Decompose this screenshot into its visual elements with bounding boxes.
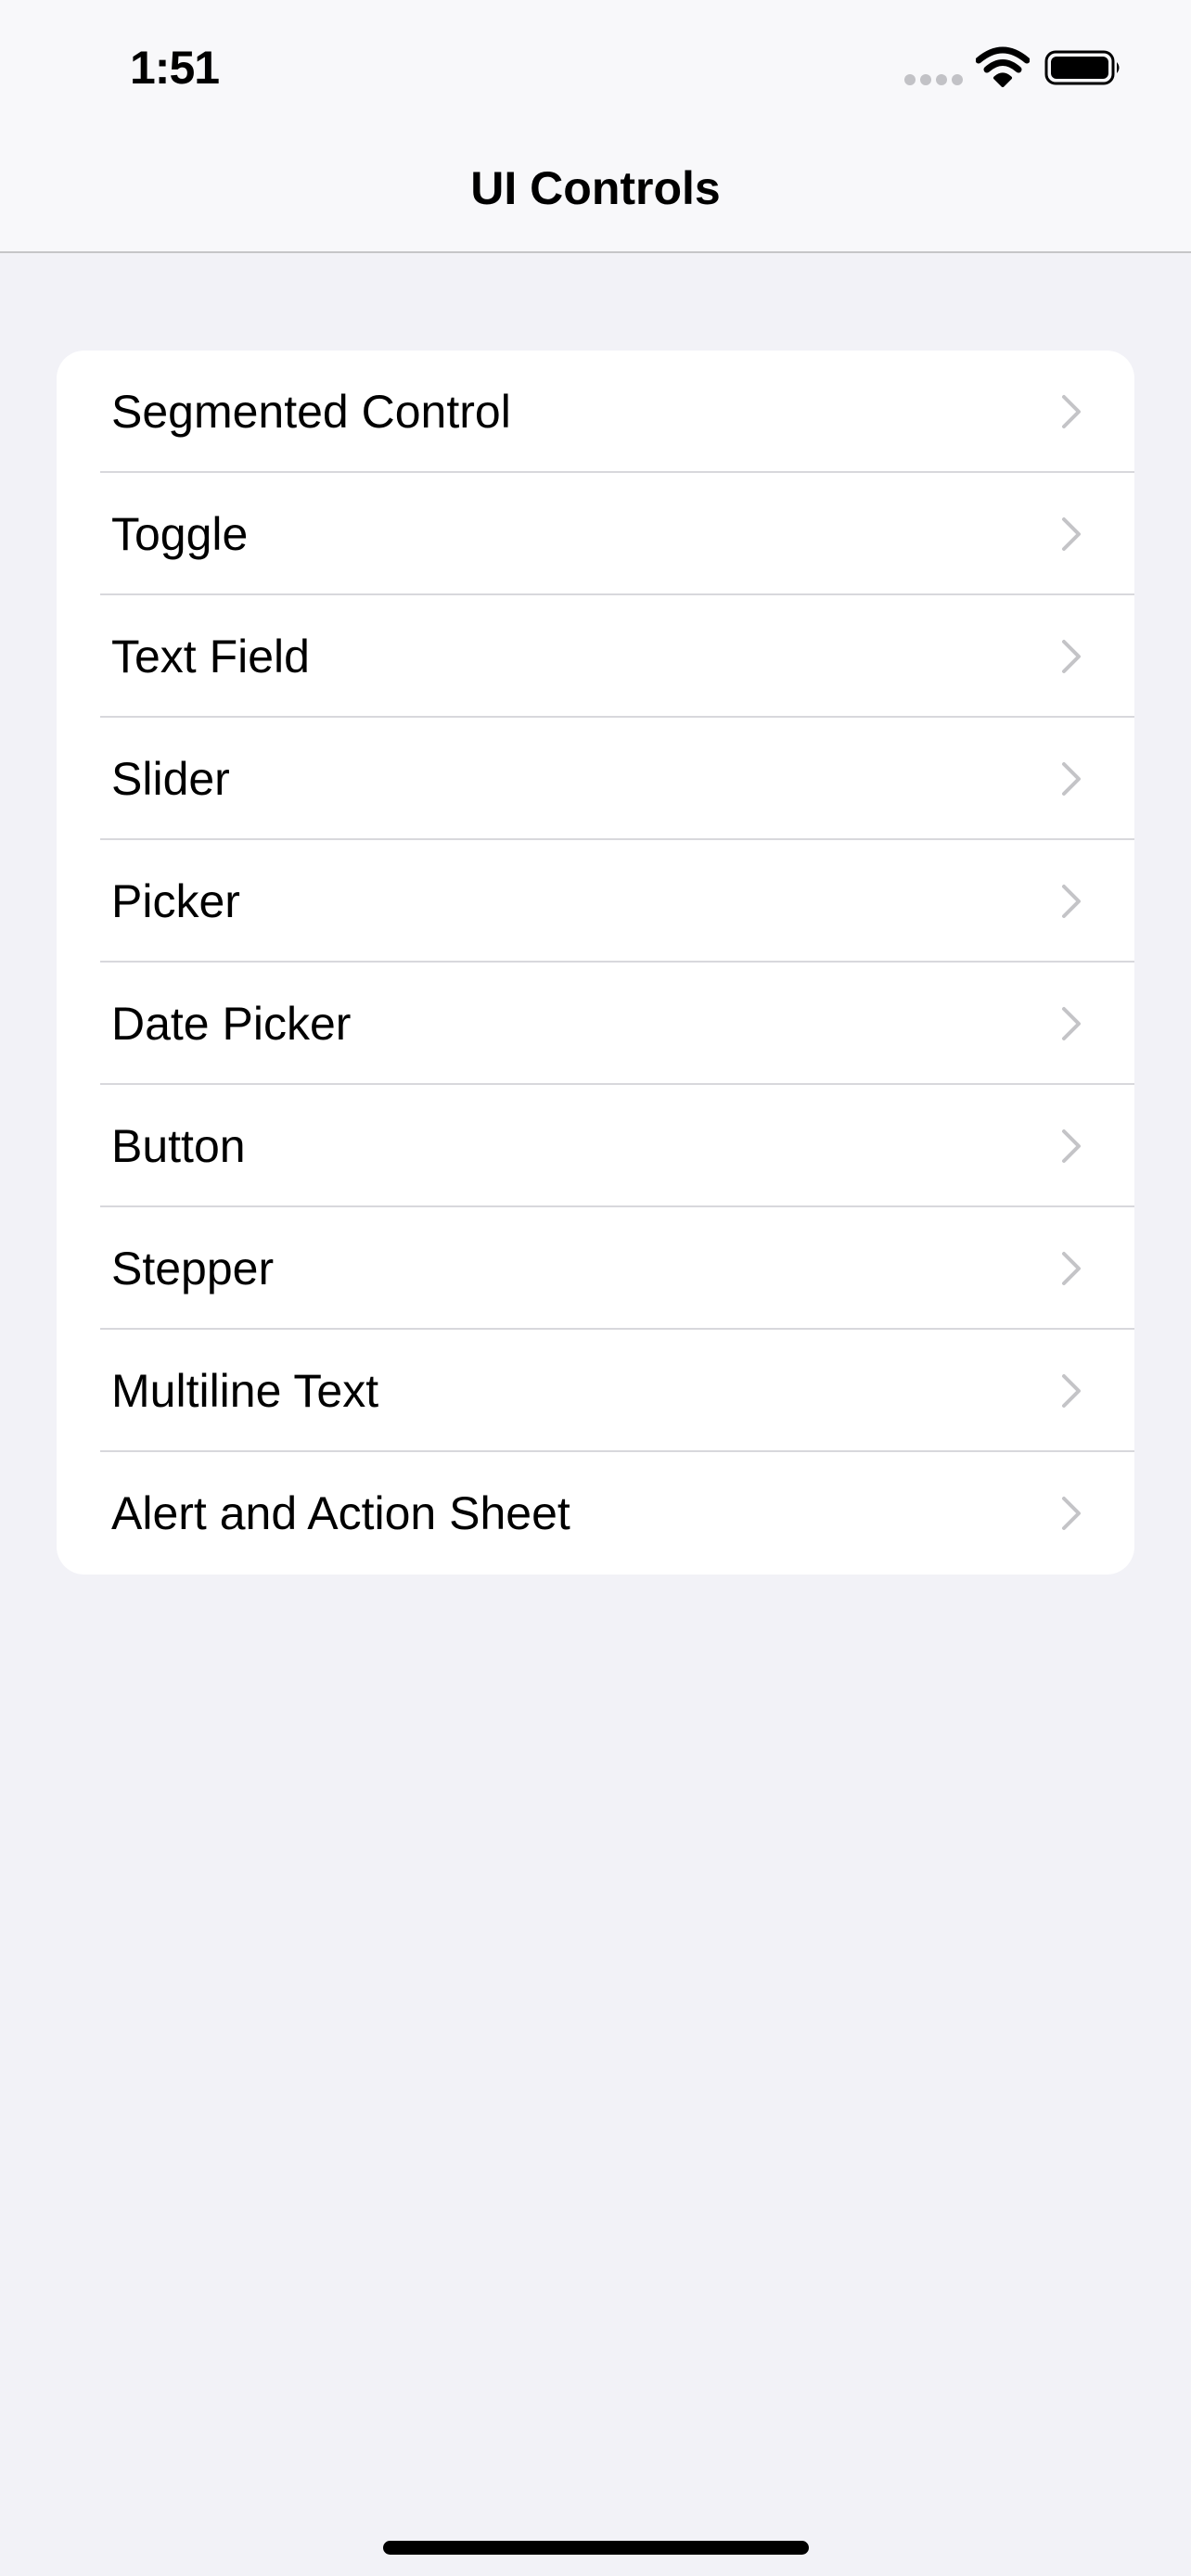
list-item-label: Slider — [111, 753, 230, 805]
list-item-label: Stepper — [111, 1243, 275, 1294]
chevron-right-icon — [1062, 1497, 1081, 1530]
chevron-right-icon — [1062, 1252, 1081, 1285]
list-item-multiline-text[interactable]: Multiline Text — [57, 1330, 1134, 1452]
list-item-label: Text Field — [111, 631, 310, 682]
chevron-right-icon — [1062, 1374, 1081, 1408]
chevron-right-icon — [1062, 1007, 1081, 1040]
battery-icon — [1044, 50, 1120, 85]
home-indicator[interactable] — [383, 2541, 809, 2555]
list-item-picker[interactable]: Picker — [57, 840, 1134, 963]
chevron-right-icon — [1062, 885, 1081, 918]
list-item-slider[interactable]: Slider — [57, 718, 1134, 840]
wifi-icon — [976, 46, 1030, 87]
chevron-right-icon — [1062, 640, 1081, 673]
status-time: 1:51 — [130, 42, 220, 94]
status-bar: 1:51 — [0, 0, 1191, 130]
list-item-stepper[interactable]: Stepper — [57, 1207, 1134, 1330]
list-item-label: Segmented Control — [111, 386, 511, 438]
list-item-text-field[interactable]: Text Field — [57, 595, 1134, 718]
chevron-right-icon — [1062, 762, 1081, 796]
list-item-toggle[interactable]: Toggle — [57, 473, 1134, 595]
list-item-label: Date Picker — [111, 998, 352, 1050]
chevron-right-icon — [1062, 395, 1081, 428]
list-item-label: Alert and Action Sheet — [111, 1487, 570, 1539]
list-item-label: Multiline Text — [111, 1365, 379, 1417]
signal-dots-icon — [904, 74, 963, 85]
list-item-label: Picker — [111, 875, 240, 927]
list-item-button[interactable]: Button — [57, 1085, 1134, 1207]
list-item-label: Toggle — [111, 508, 249, 560]
list-item-alert-and-action-sheet[interactable]: Alert and Action Sheet — [57, 1452, 1134, 1575]
chevron-right-icon — [1062, 1129, 1081, 1163]
list-item-label: Button — [111, 1120, 246, 1172]
page-title: UI Controls — [470, 162, 721, 214]
chevron-right-icon — [1062, 517, 1081, 551]
list-item-date-picker[interactable]: Date Picker — [57, 963, 1134, 1085]
navigation-bar: UI Controls — [0, 130, 1191, 253]
list-item-segmented-control[interactable]: Segmented Control — [57, 351, 1134, 473]
controls-list: Segmented Control Toggle Text Field Slid… — [57, 351, 1134, 1575]
